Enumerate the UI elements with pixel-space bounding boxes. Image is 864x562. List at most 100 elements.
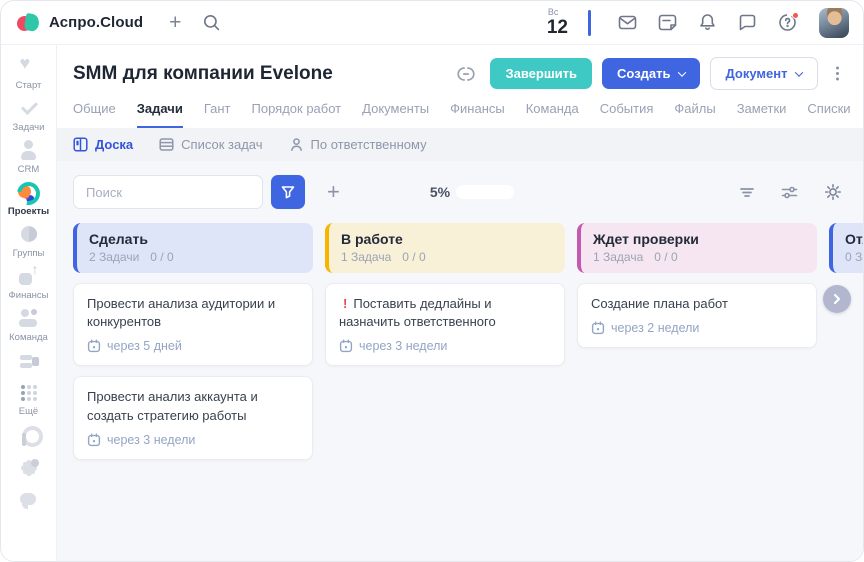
create-button[interactable]: Создать	[602, 58, 699, 89]
column-cards: Провести анализа аудитории и конкурентов…	[73, 283, 313, 460]
project-progress: 5%	[430, 184, 514, 200]
task-card[interactable]: Провести анализа аудитории и конкурентов…	[73, 283, 313, 366]
column-ratio: 0 / 0	[150, 250, 173, 264]
column-header[interactable]: Отложено 0 Задач	[829, 223, 863, 273]
column-title: Ждет проверки	[593, 231, 805, 247]
page-title: SMM для компании Evelone	[73, 63, 333, 85]
task-card[interactable]: Создание плана работчерез 2 недели	[577, 283, 817, 348]
topbar-divider	[588, 10, 591, 36]
column-count: 0 Задач	[845, 250, 863, 264]
calendar-day: 12	[547, 18, 568, 37]
sidebar-item-crm[interactable]: CRM	[18, 139, 40, 175]
chevron-down-icon	[794, 68, 802, 76]
calendar-widget[interactable]: Вс 12	[547, 8, 568, 37]
complete-button[interactable]: Завершить	[490, 58, 592, 89]
tab[interactable]: Финансы	[450, 101, 505, 128]
chevron-right-icon	[831, 293, 843, 305]
mail-icon[interactable]	[613, 9, 641, 37]
sidebar-item-label: Группы	[13, 248, 45, 259]
calendar-icon	[339, 339, 353, 353]
tab[interactable]: Файлы	[674, 101, 715, 128]
search-input[interactable]	[73, 175, 263, 209]
sidebar-item-groups[interactable]: Группы	[13, 223, 45, 259]
column-header[interactable]: Ждет проверки1 Задача0 / 0	[577, 223, 817, 273]
user-avatar[interactable]	[819, 8, 849, 38]
sidebar-item-team[interactable]: Команда	[9, 307, 48, 343]
tasks-icon	[18, 97, 40, 119]
sidebar-item-tasks[interactable]: Задачи	[13, 97, 45, 133]
sidebar: Старт Задачи CRM Проекты Группы Финансы Команд…	[1, 45, 57, 562]
calendar-icon	[591, 321, 605, 335]
column-ratio: 0 / 0	[402, 250, 425, 264]
global-add-button[interactable]: +	[169, 12, 181, 33]
finance-icon	[17, 265, 39, 287]
tab[interactable]: События	[600, 101, 654, 128]
column-meta: 1 Задача0 / 0	[341, 250, 553, 264]
chat-icon[interactable]	[733, 9, 761, 37]
app-window: Аспро.Cloud + Вс 12	[0, 0, 864, 562]
header-more-icon[interactable]	[836, 72, 840, 76]
view-switcher: Доска Список задач По ответственному	[57, 128, 863, 161]
tab[interactable]: Заметки	[737, 101, 787, 128]
sliders-icon[interactable]	[780, 183, 799, 202]
groups-icon	[18, 223, 40, 245]
notes-icon[interactable]	[653, 9, 681, 37]
crm-icon	[18, 139, 40, 161]
help-icon[interactable]	[773, 9, 801, 37]
task-due-text: через 2 недели	[611, 321, 699, 335]
document-button[interactable]: Документ	[710, 57, 818, 90]
global-search-icon[interactable]	[197, 9, 225, 37]
column-ratio: 0 / 0	[654, 250, 677, 264]
column-title: Отложено	[845, 231, 863, 247]
start-icon	[17, 55, 39, 77]
notification-dot	[792, 12, 799, 19]
view-label: По ответственному	[311, 137, 427, 152]
tab[interactable]: Общие	[73, 101, 116, 128]
tab[interactable]: Команда	[526, 101, 579, 128]
sidebar-nav: Старт Задачи CRM Проекты Группы Финансы Команд…	[8, 55, 49, 513]
main-area: SMM для компании Evelone Завершить Созда…	[57, 45, 863, 562]
tab[interactable]: Документы	[362, 101, 429, 128]
sort-icon[interactable]	[738, 183, 756, 201]
board-area: + 5%	[57, 161, 863, 562]
sidebar-item-finance[interactable]: Финансы	[9, 265, 49, 301]
task-due-text: через 5 дней	[107, 339, 182, 353]
sidebar-item-bars[interactable]	[18, 349, 40, 375]
sidebar-item-app-gear[interactable]	[18, 455, 40, 481]
view-board[interactable]: Доска	[73, 137, 133, 152]
sidebar-item-more[interactable]: Ещё	[18, 381, 40, 417]
task-title: Провести анализа аудитории и конкурентов	[87, 296, 275, 329]
add-task-button[interactable]: +	[321, 180, 346, 204]
tab[interactable]: Порядок работ	[252, 101, 342, 128]
kanban-column: Сделать2 Задачи0 / 0 Провести анализа ауд…	[73, 223, 313, 460]
scroll-right-button[interactable]	[823, 285, 851, 313]
create-button-label: Создать	[617, 66, 670, 81]
copy-link-icon[interactable]	[452, 60, 480, 88]
task-card[interactable]: Провести анализ аккаунта и создать страт…	[73, 376, 313, 459]
sidebar-item-app-chat[interactable]	[18, 487, 40, 513]
sidebar-item-app-p[interactable]	[18, 423, 40, 449]
sidebar-item-start[interactable]: Старт	[16, 55, 42, 91]
column-header[interactable]: Сделать2 Задачи0 / 0	[73, 223, 313, 273]
kanban-icon	[73, 137, 88, 152]
gear-icon[interactable]	[823, 182, 843, 202]
tab[interactable]: Задачи	[137, 101, 183, 128]
sidebar-item-projects[interactable]: Проекты	[8, 181, 49, 217]
view-task-list[interactable]: Список задач	[159, 137, 262, 152]
priority-icon: !	[343, 296, 347, 311]
sidebar-item-label: Команда	[9, 332, 48, 343]
kanban-column: Ждет проверки1 Задача0 / 0 Создание плана…	[577, 223, 817, 348]
projects-icon	[18, 181, 40, 203]
progress-value: 5%	[430, 184, 450, 200]
column-header[interactable]: В работе1 Задача0 / 0	[325, 223, 565, 273]
chevron-down-icon	[677, 68, 685, 76]
view-by-assignee[interactable]: По ответственному	[289, 137, 427, 152]
filter-button[interactable]	[271, 175, 305, 209]
tab[interactable]: Гант	[204, 101, 231, 128]
task-card[interactable]: !Поставить дедлайны и назначить ответств…	[325, 283, 565, 366]
bell-icon[interactable]	[693, 9, 721, 37]
task-due: через 5 дней	[87, 339, 299, 353]
sidebar-item-label: Финансы	[9, 290, 49, 301]
tab[interactable]: Списки	[807, 101, 850, 128]
project-header: SMM для компании Evelone Завершить Созда…	[57, 45, 863, 128]
